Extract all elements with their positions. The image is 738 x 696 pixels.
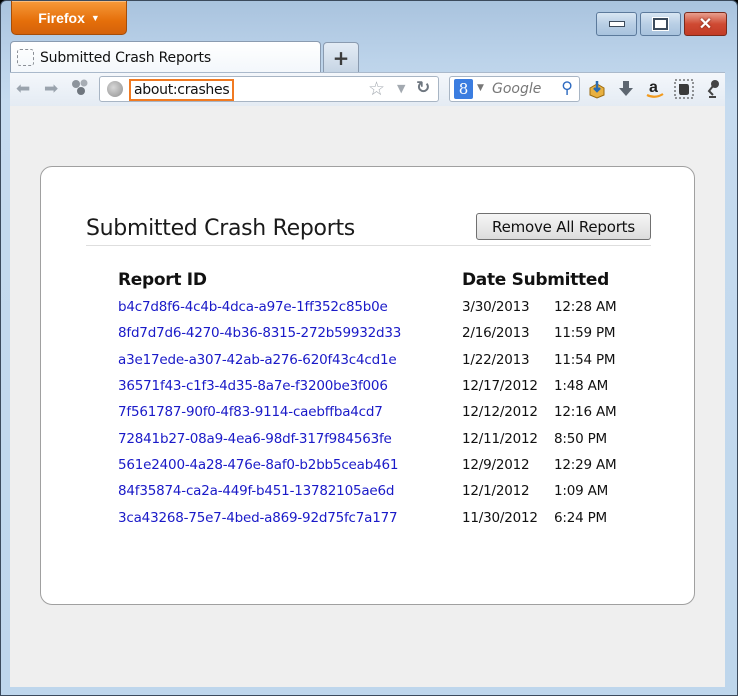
downloads-button[interactable]	[615, 78, 637, 100]
report-id-link[interactable]: 561e2400-4a28-476e-8af0-b2bb5ceab461	[118, 457, 398, 473]
report-date: 12/9/2012	[462, 456, 530, 473]
report-id-link[interactable]: 36571f43-c1f3-4d35-8a7e-f3200be3f006	[118, 378, 388, 394]
report-date: 1/22/2013	[462, 351, 530, 368]
table-row: 7f561787-90f0-4f83-9114-caebffba4cd7 12/1…	[118, 399, 617, 425]
report-time: 1:48 AM	[554, 378, 609, 395]
page-title: Submitted Crash Reports	[86, 216, 355, 241]
report-time: 1:09 AM	[554, 483, 609, 500]
lamp-icon	[707, 80, 719, 98]
report-id-cell: 72841b27-08a9-4ea6-98df-317f984563fe	[118, 425, 462, 451]
report-id-link[interactable]: 7f561787-90f0-4f83-9114-caebffba4cd7	[118, 404, 383, 420]
search-magnifier-icon[interactable]: ⚲	[561, 78, 573, 97]
report-time: 12:29 AM	[554, 456, 617, 473]
maximize-icon	[653, 18, 668, 30]
report-time: 8:50 PM	[554, 430, 607, 447]
report-id-link[interactable]: 3ca43268-75e7-4bed-a869-92d75fc7a177	[118, 510, 398, 526]
report-time: 6:24 PM	[554, 509, 607, 526]
url-bar[interactable]: about:crashes ☆ ▼ ↻	[99, 76, 439, 102]
amazon-button[interactable]: a	[644, 78, 666, 100]
report-id-link[interactable]: b4c7d8f6-4c4b-4dca-a97e-1ff352c85b0e	[118, 299, 388, 315]
download-icon	[619, 81, 633, 96]
report-time: 12:28 AM	[554, 299, 617, 316]
globe-icon	[107, 81, 123, 97]
tab-submitted-crash-reports[interactable]: Submitted Crash Reports	[10, 41, 321, 73]
report-time: 11:54 PM	[554, 351, 616, 368]
firefox-menu-button[interactable]: Firefox ▼	[11, 1, 127, 35]
table-row: 3ca43268-75e7-4bed-a869-92d75fc7a177 11/3…	[118, 504, 616, 530]
table-row: 8fd7d7d6-4270-4b36-8315-272b59932d33 2/16…	[118, 320, 616, 346]
report-time: 12:16 AM	[554, 404, 617, 421]
report-id-cell: 8fd7d7d6-4270-4b36-8315-272b59932d33	[118, 320, 462, 346]
report-id-cell: 84f35874-ca2a-449f-b451-13782105ae6d	[118, 478, 462, 504]
table-row: a3e17ede-a307-42ab-a276-620f43c4cd1e 1/22…	[118, 347, 616, 373]
report-date: 2/16/2013	[462, 325, 530, 342]
crash-reports-card: Submitted Crash Reports Remove All Repor…	[40, 166, 695, 605]
addon-box-button[interactable]	[586, 78, 608, 100]
evernote-icon	[674, 79, 694, 99]
title-divider	[86, 245, 651, 246]
bookmark-star-icon[interactable]: ☆	[368, 78, 385, 100]
table-row: b4c7d8f6-4c4b-4dca-a97e-1ff352c85b0e 3/30…	[118, 294, 617, 320]
report-date: 12/17/2012	[462, 378, 538, 395]
new-tab-button[interactable]: +	[323, 42, 359, 73]
close-button[interactable]: ✕	[684, 12, 727, 36]
window-controls: ✕	[596, 12, 727, 36]
report-id-cell: 36571f43-c1f3-4d35-8a7e-f3200be3f006	[118, 373, 462, 399]
report-id-link[interactable]: 72841b27-08a9-4ea6-98df-317f984563fe	[118, 431, 392, 447]
report-time: 11:59 PM	[554, 325, 616, 342]
report-id-cell: 3ca43268-75e7-4bed-a869-92d75fc7a177	[118, 504, 462, 530]
table-header-row: Report ID Date Submitted	[118, 266, 616, 294]
svg-text:a: a	[649, 79, 658, 96]
back-button[interactable]: ⬅	[16, 79, 30, 99]
report-date: 3/30/2013	[462, 299, 530, 316]
minimize-icon	[608, 21, 625, 27]
close-icon: ✕	[698, 16, 713, 33]
tab-label: Submitted Crash Reports	[40, 49, 211, 66]
report-id-cell: 561e2400-4a28-476e-8af0-b2bb5ceab461	[118, 452, 462, 478]
history-dropdown-icon[interactable]: ▼	[397, 82, 405, 95]
column-header-report-id: Report ID	[118, 270, 207, 290]
google-engine-icon[interactable]: 8	[454, 79, 473, 99]
search-bar[interactable]: 8 ▼ ⚲	[449, 76, 580, 102]
browser-window: Firefox ▼ ✕ Submitted Crash Reports + ⬅ …	[0, 0, 738, 696]
report-id-link[interactable]: 84f35874-ca2a-449f-b451-13782105ae6d	[118, 483, 394, 499]
forward-button[interactable]: ➡	[44, 79, 58, 99]
url-text[interactable]: about:crashes	[129, 79, 235, 101]
table-row: 36571f43-c1f3-4d35-8a7e-f3200be3f006 12/1…	[118, 373, 616, 399]
blank-page-icon	[17, 49, 34, 66]
page-content: Submitted Crash Reports Remove All Repor…	[10, 106, 725, 687]
report-id-cell: a3e17ede-a307-42ab-a276-620f43c4cd1e	[118, 347, 462, 373]
engine-dropdown-icon[interactable]: ▼	[477, 83, 484, 93]
report-date: 12/12/2012	[462, 404, 538, 421]
minimize-button[interactable]	[596, 12, 637, 36]
report-date: 11/30/2012	[462, 509, 538, 526]
reports-table: Report ID Date Submitted b4c7d8f6-4c4b-4…	[118, 266, 617, 531]
table-row: 561e2400-4a28-476e-8af0-b2bb5ceab461 12/9…	[118, 452, 617, 478]
report-id-cell: 7f561787-90f0-4f83-9114-caebffba4cd7	[118, 399, 462, 425]
search-input[interactable]	[492, 81, 552, 97]
amazon-icon: a	[646, 79, 664, 98]
lamp-addon-button[interactable]	[702, 78, 724, 100]
report-id-link[interactable]: 8fd7d7d6-4270-4b36-8315-272b59932d33	[118, 325, 401, 341]
plus-icon: +	[332, 46, 350, 70]
evernote-button[interactable]	[673, 78, 695, 100]
remove-all-reports-button[interactable]: Remove All Reports	[476, 213, 651, 240]
report-date: 12/1/2012	[462, 483, 530, 500]
firefox-menu-label: Firefox	[38, 9, 85, 26]
maximize-button[interactable]	[640, 12, 681, 36]
table-row: 72841b27-08a9-4ea6-98df-317f984563fe 12/1…	[118, 425, 616, 451]
reload-icon[interactable]: ↻	[416, 78, 430, 98]
toolbar-addon-button[interactable]	[71, 78, 89, 101]
chevron-down-icon: ▼	[90, 12, 100, 23]
report-id-link[interactable]: a3e17ede-a307-42ab-a276-620f43c4cd1e	[118, 352, 397, 368]
report-id-cell: b4c7d8f6-4c4b-4dca-a97e-1ff352c85b0e	[118, 294, 462, 320]
report-date: 12/11/2012	[462, 430, 538, 447]
navigation-toolbar: ⬅ ➡ about:crashes ☆ ▼ ↻ 8 ▼ ⚲	[10, 72, 725, 107]
molecule-icon	[72, 79, 88, 95]
addon-box-icon	[589, 81, 605, 99]
table-row: 84f35874-ca2a-449f-b451-13782105ae6d 12/1…	[118, 478, 616, 504]
column-header-date-submitted: Date Submitted	[462, 270, 609, 290]
